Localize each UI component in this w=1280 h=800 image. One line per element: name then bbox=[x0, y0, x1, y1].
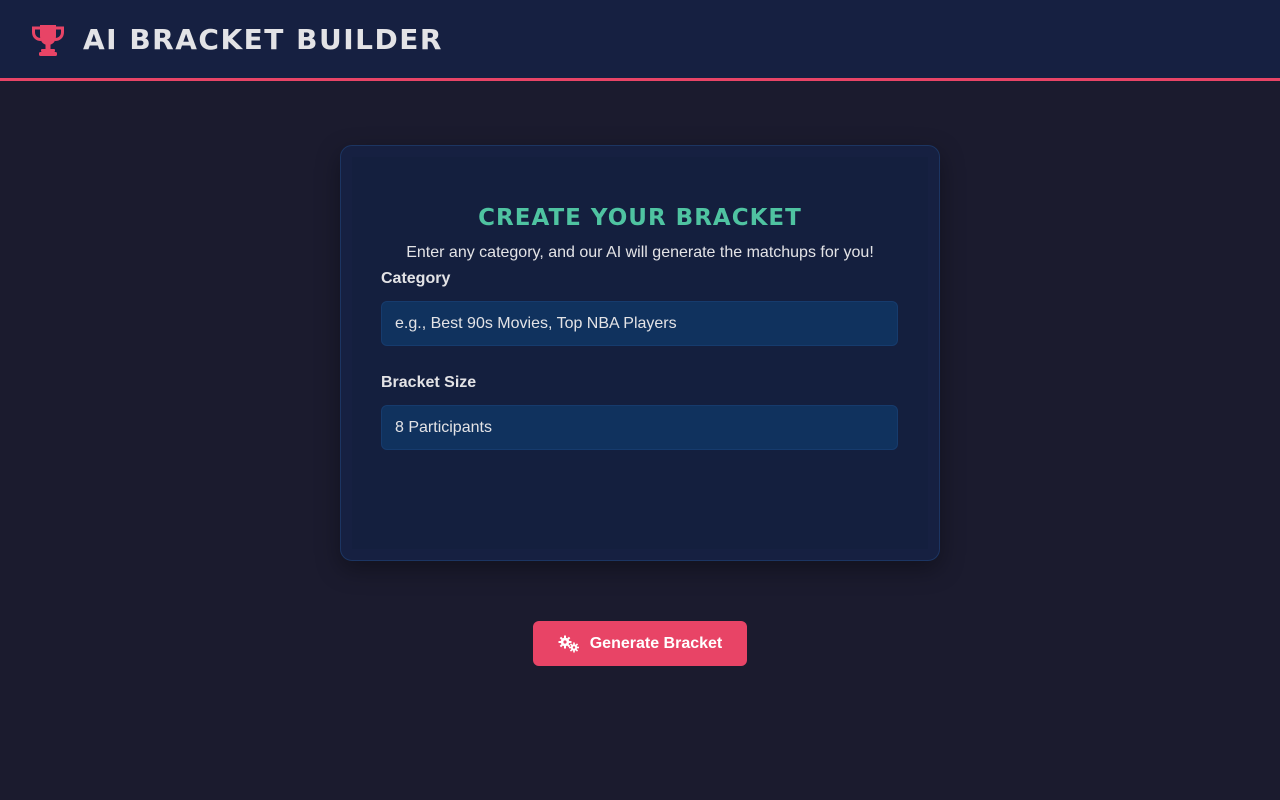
trophy-icon bbox=[32, 25, 64, 56]
bracket-form-card: Create Your Bracket Enter any category, … bbox=[340, 145, 940, 666]
category-input[interactable] bbox=[381, 301, 898, 346]
cogs-icon bbox=[558, 635, 579, 652]
generate-bracket-button[interactable]: Generate Bracket bbox=[533, 621, 747, 666]
form-subtitle: Enter any category, and our AI will gene… bbox=[406, 244, 874, 261]
bracket-form: Create Your Bracket Enter any category, … bbox=[352, 157, 928, 666]
bracket-size-label: Bracket Size bbox=[381, 374, 477, 391]
generate-button-label: Generate Bracket bbox=[589, 634, 723, 652]
form-title: Create Your Bracket bbox=[478, 205, 802, 231]
bracket-size-value: 8 Participants bbox=[395, 418, 492, 436]
bracket-size-select[interactable]: 8 Participants bbox=[381, 405, 898, 450]
app-header: AI Bracket Builder bbox=[0, 0, 1280, 81]
app-title: AI Bracket Builder bbox=[83, 23, 443, 56]
category-label: Category bbox=[381, 270, 451, 287]
